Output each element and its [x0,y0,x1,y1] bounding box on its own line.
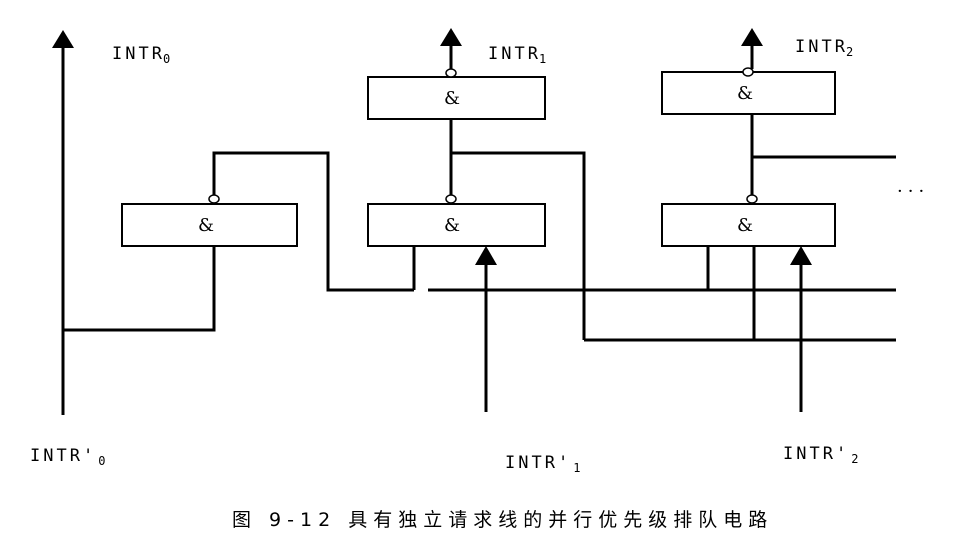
inverter-bubble [445,194,457,204]
intr1-in-arrowhead [475,246,497,265]
figure-caption: 图 9-12 具有独立请求线的并行优先级排队电路 [232,509,773,531]
and-gate-upper-1: & [367,76,546,120]
gate-symbol: & [444,215,460,236]
intr2-in-arrowhead [790,246,812,265]
inverter-bubble [746,194,758,204]
intr1-input-label: INTR' 1 [505,453,583,475]
and-gate-upper-2: & [661,71,836,115]
intr1-arrowhead [440,28,462,46]
inverter-bubble [445,68,457,78]
intr2-arrowhead [741,28,763,46]
and-gate-lower-2: & [367,203,546,247]
continuation-ellipsis: ··· [897,181,929,202]
gate-symbol: & [444,88,460,109]
priority-circuit-diagram: & & & & & INTR0 INTR1 INTR2 INTR' 0 INTR'… [30,28,929,531]
inverter-bubble [208,194,220,204]
intr0-label: INTR0 [112,44,173,66]
intr1-label: INTR1 [488,44,549,66]
intr0-branch-wire [63,245,216,332]
intr2-label: INTR2 [795,37,856,59]
inverter-bubble [742,67,754,77]
gate-symbol: & [737,215,753,236]
and-gate-lower-3: & [661,203,836,247]
intr0-arrowhead [52,30,74,48]
and-gate-lower-1: & [121,203,298,247]
intr2-input-label: INTR' 2 [783,444,861,466]
gate-symbol: & [198,215,214,236]
intr0-input-label: INTR' 0 [30,446,108,468]
gate-symbol: & [737,83,753,104]
